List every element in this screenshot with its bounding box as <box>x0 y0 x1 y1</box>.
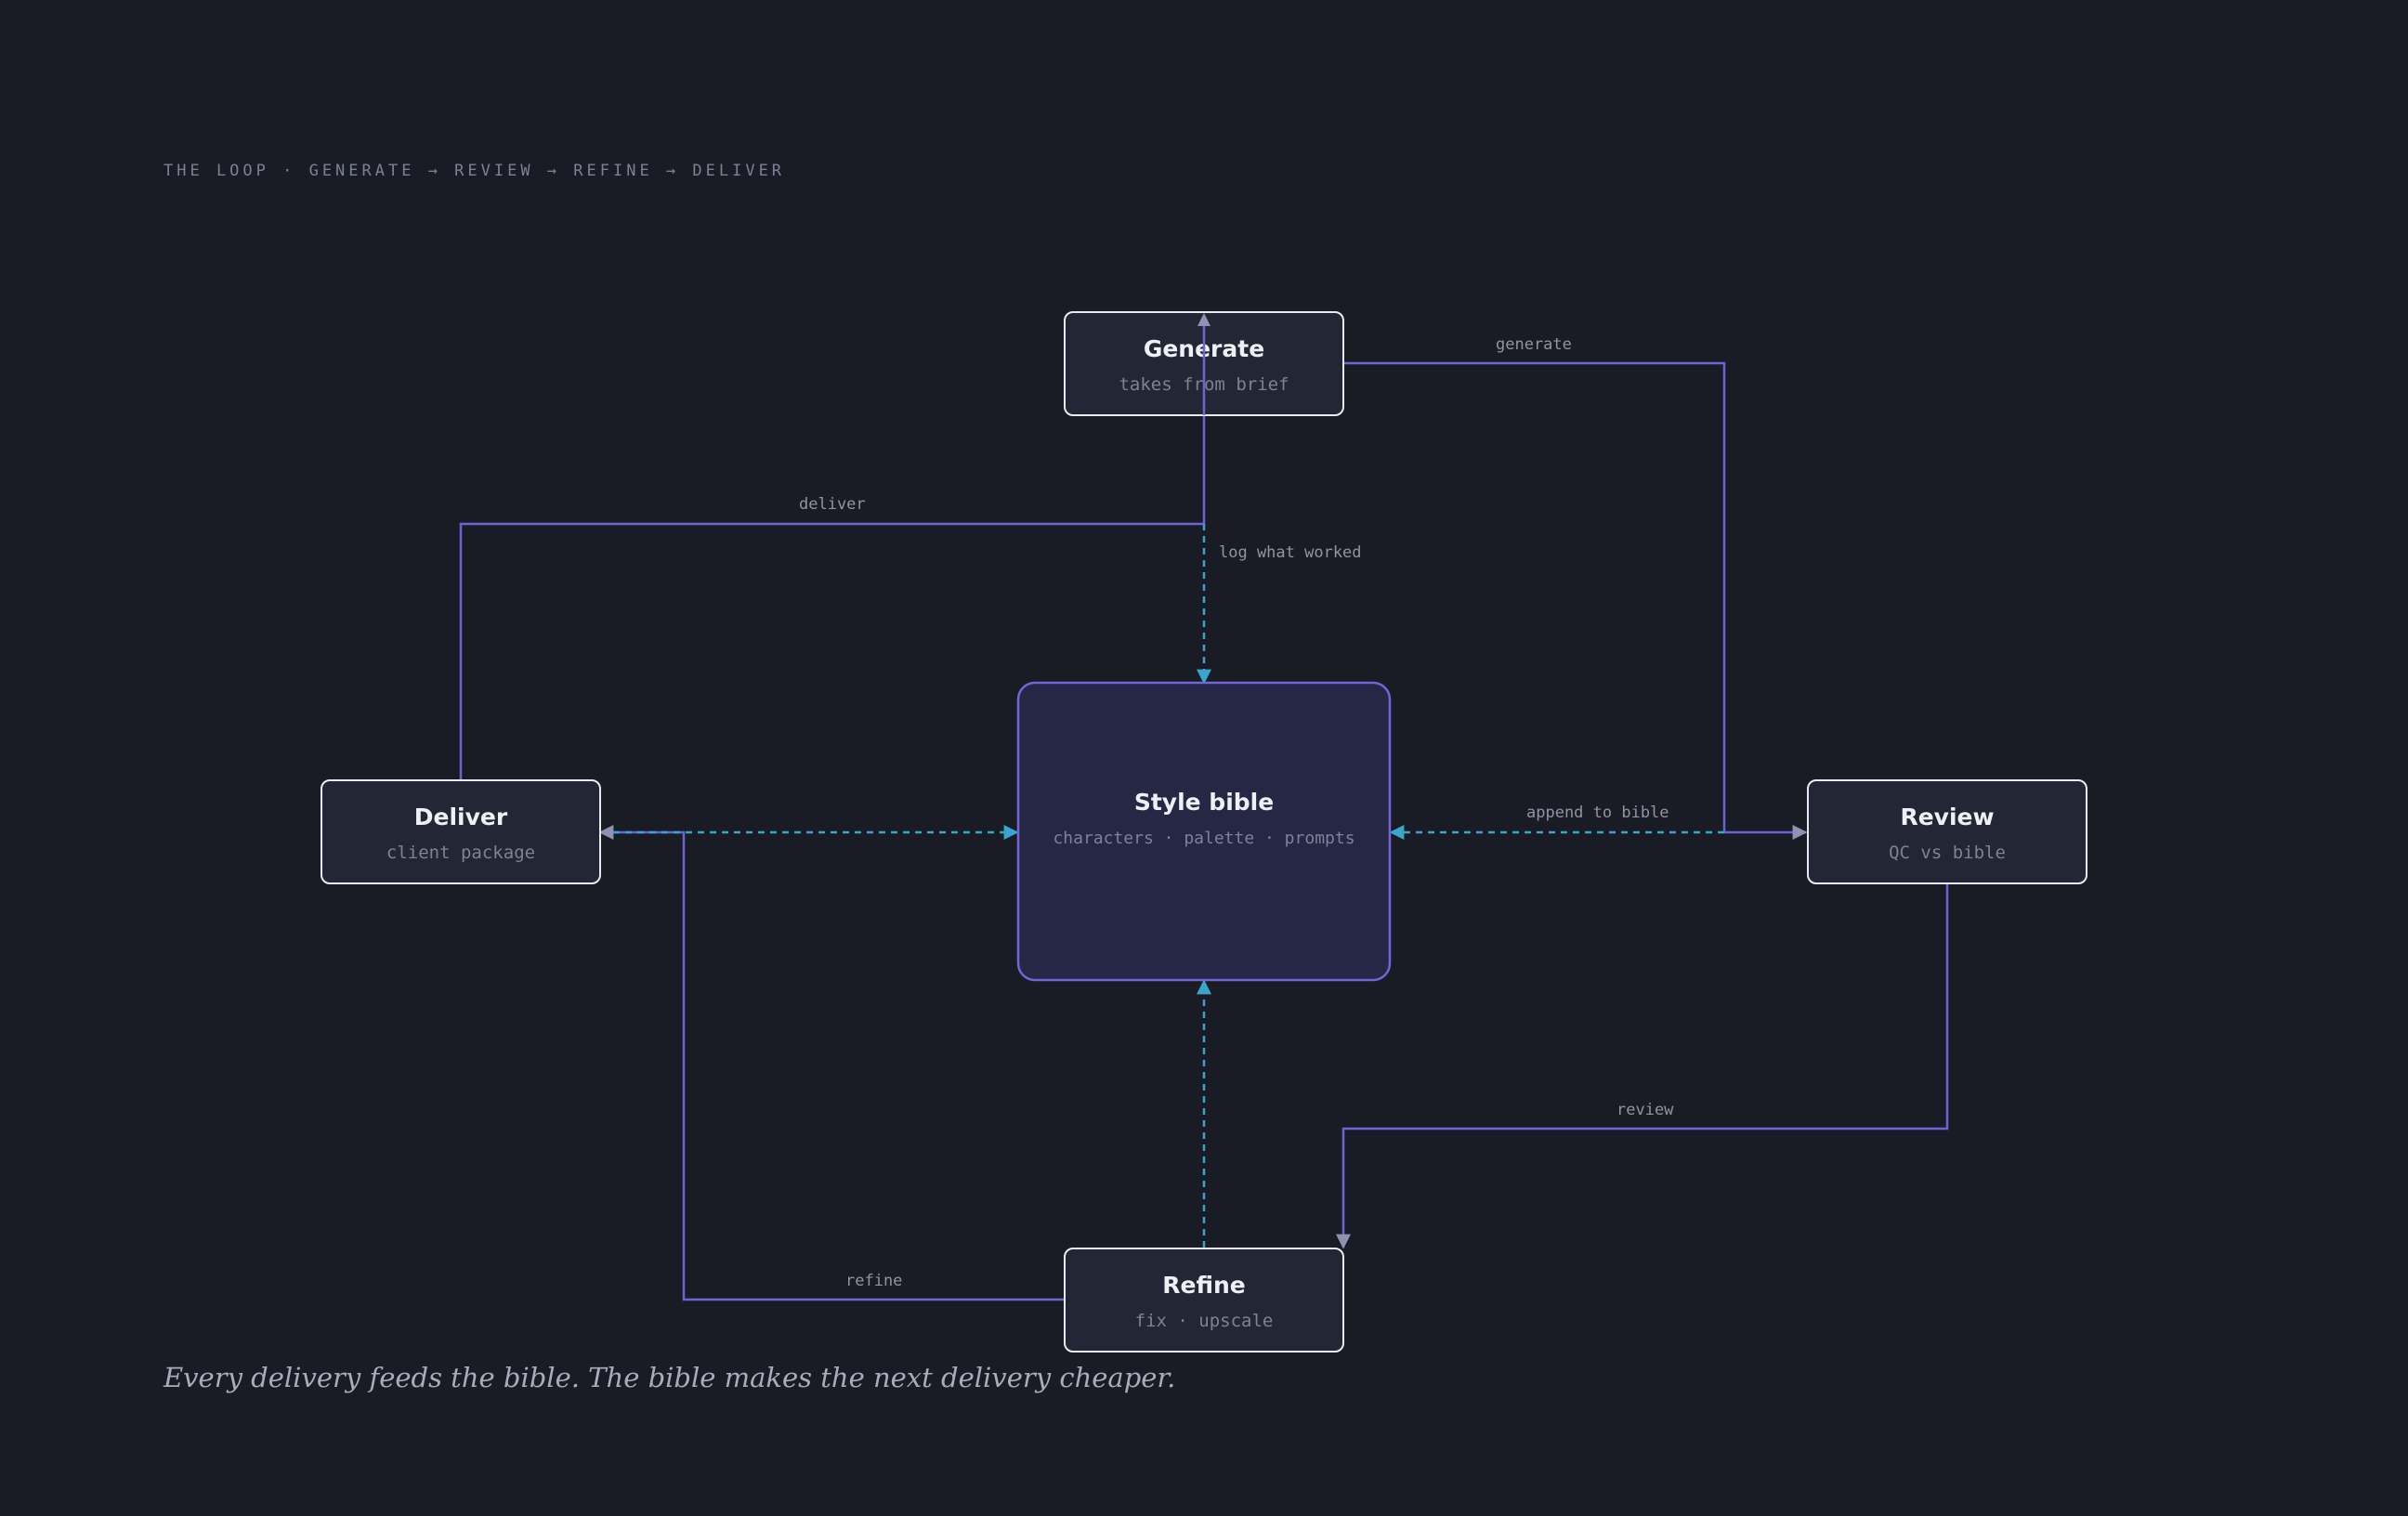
node-style-bible: Style bible characters · palette · promp… <box>1016 681 1392 982</box>
node-deliver-subtitle: client package <box>386 843 535 863</box>
node-deliver: Deliver client package <box>321 779 601 884</box>
node-review: Review QC vs bible <box>1807 779 2087 884</box>
edge-label-generate: generate <box>1496 335 1572 354</box>
edge-label-review: review <box>1616 1101 1674 1119</box>
edge-refine <box>598 825 1065 1301</box>
node-style-bible-subtitle: characters · palette · prompts <box>1053 829 1354 848</box>
edge-label-refine: refine <box>845 1272 902 1290</box>
diagram-caption: Every delivery feeds the bible. The bibl… <box>164 1362 1176 1393</box>
edge-review <box>1336 884 1949 1249</box>
node-deliver-title: Deliver <box>414 804 508 830</box>
edge-generate <box>1343 361 1808 840</box>
edge-label-deliver: deliver <box>799 495 866 514</box>
node-review-title: Review <box>1900 804 1994 830</box>
node-review-subtitle: QC vs bible <box>1889 843 2006 863</box>
diagram-canvas: THE LOOP · GENERATE → REVIEW → REFINE → … <box>0 0 2408 1516</box>
node-refine-title: Refine <box>1162 1272 1246 1299</box>
node-refine-subtitle: fix · upscale <box>1135 1311 1274 1331</box>
edge-label-append: append to bible <box>1526 804 1669 822</box>
loop-diagram: generate review refine deliver log what … <box>321 311 2087 1353</box>
edge-label-log: log what worked <box>1219 543 1362 562</box>
node-refine: Refine fix · upscale <box>1064 1248 1344 1353</box>
node-style-bible-title: Style bible <box>1134 789 1274 816</box>
